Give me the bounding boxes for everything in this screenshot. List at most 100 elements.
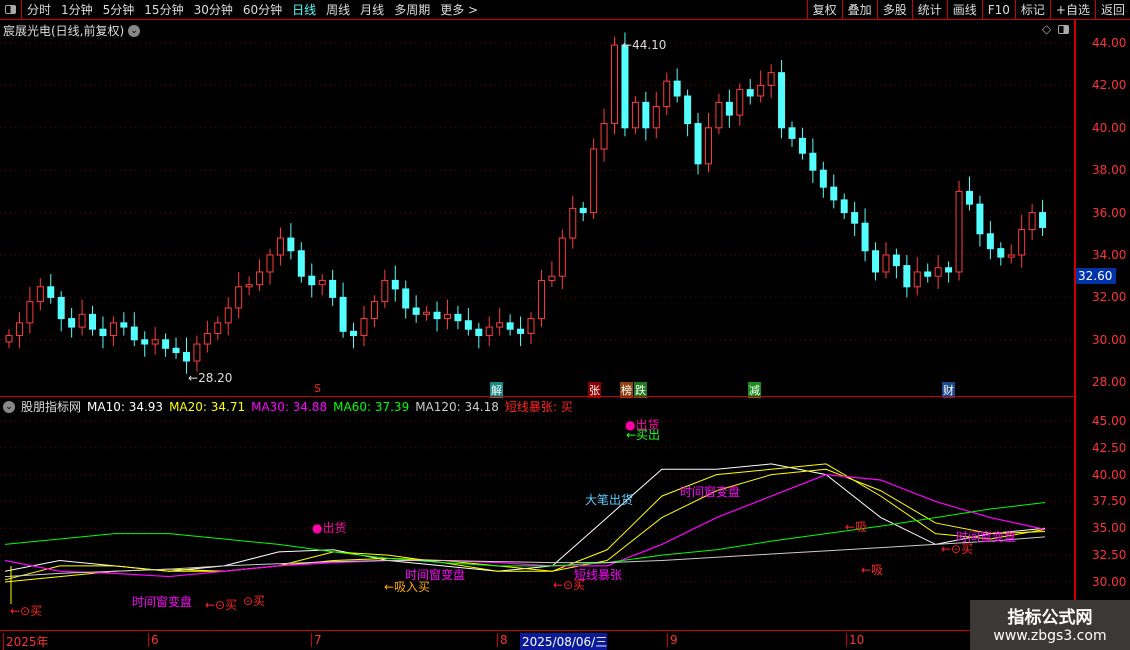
candle-body xyxy=(590,148,598,214)
big-sell-label: 大笔出货 xyxy=(585,493,634,507)
candle-body xyxy=(704,127,712,165)
candle-body xyxy=(788,127,796,139)
candle-body xyxy=(350,330,358,337)
indicator-axis-label: 32.50 xyxy=(1092,548,1127,562)
cursor-date: 2025/08/06/三 xyxy=(520,633,608,650)
candle-body xyxy=(423,311,431,315)
buy-signal: ⊙买 xyxy=(243,594,266,608)
candle-body xyxy=(778,72,786,129)
burst-label: 短线暴张 xyxy=(574,568,623,582)
candle-body xyxy=(934,267,942,277)
chevron-down-icon[interactable]: ⌄ xyxy=(3,400,15,413)
indicator-axis-label: 40.00 xyxy=(1092,467,1127,482)
candle-body xyxy=(318,279,326,286)
candle-body xyxy=(391,279,399,290)
ma30-value: MA30: 34.88 xyxy=(251,399,328,414)
candle-body xyxy=(151,339,159,345)
candle-body xyxy=(172,347,180,354)
price-axis-label: 34.00 xyxy=(1092,248,1127,262)
indicator-name[interactable]: 股朋指标网 xyxy=(21,398,81,415)
candle-body xyxy=(621,44,629,129)
candle-body xyxy=(830,186,838,201)
candle-body xyxy=(840,199,848,214)
buy-out-signal: ←买出 xyxy=(626,428,661,442)
price-axis-label: 38.00 xyxy=(1092,163,1127,178)
candle-body xyxy=(162,339,170,349)
candle-body xyxy=(235,286,243,309)
indicator-axis-label: 45.00 xyxy=(1092,414,1127,428)
candle-body xyxy=(496,322,504,328)
price-axis-label: 32.00 xyxy=(1092,290,1127,305)
price-axis-label: 42.00 xyxy=(1092,78,1127,93)
candle-body xyxy=(757,84,765,97)
pane-divider[interactable] xyxy=(0,396,1074,397)
indicator-axis-label: 35.00 xyxy=(1092,521,1127,536)
time-label: 9 xyxy=(667,633,678,647)
candle-body xyxy=(370,301,378,320)
candle-body xyxy=(872,250,880,273)
high-label: ←44.10 xyxy=(622,38,667,52)
candle-body xyxy=(36,286,44,303)
candle-body xyxy=(360,318,368,337)
time-label: 8 xyxy=(497,633,508,647)
candle-body xyxy=(506,322,514,330)
ma60-line xyxy=(4,502,1046,567)
candle-body xyxy=(986,233,994,250)
price-axis-label: 40.00 xyxy=(1092,120,1127,135)
price-axis-label: 44.00 xyxy=(1092,36,1127,50)
candle-body xyxy=(945,267,953,273)
candle-body xyxy=(924,271,932,277)
buy-in-signal: ←吸入买 xyxy=(384,580,431,594)
low-value: 28.20 xyxy=(198,371,233,385)
candle-body xyxy=(955,190,963,273)
time-label: 6 xyxy=(148,633,159,647)
low-label: ←28.20 xyxy=(188,371,233,385)
candle-body xyxy=(26,301,34,324)
candle-body xyxy=(308,275,316,286)
candle-body xyxy=(120,322,128,328)
candle-body xyxy=(861,222,869,252)
candle-body xyxy=(537,279,545,320)
candle-body xyxy=(1007,254,1015,258)
watermark: 指标公式网 www.zbgs3.com xyxy=(970,600,1130,650)
time-label: 7 xyxy=(311,633,322,647)
candle-body xyxy=(1018,229,1026,256)
candle-body xyxy=(203,332,211,345)
candle-body xyxy=(266,254,274,273)
candle-body xyxy=(631,101,639,129)
candle-body xyxy=(193,343,201,362)
time-window-label: 时间窗变盘 xyxy=(680,485,741,499)
event-marker[interactable]: S xyxy=(313,382,322,395)
candle-body xyxy=(694,123,702,165)
candle-body xyxy=(443,313,451,320)
candle-body xyxy=(182,352,190,362)
candle-body xyxy=(1028,212,1036,231)
candle-body xyxy=(882,254,890,273)
candle-body xyxy=(141,339,149,345)
price-axis-label: 36.00 xyxy=(1092,205,1127,220)
candle-body xyxy=(68,318,76,328)
candle-body xyxy=(527,318,535,334)
ma60-value: MA60: 37.39 xyxy=(333,399,410,414)
candle-body xyxy=(78,313,86,328)
ma10-value: MA10: 34.93 xyxy=(87,399,164,414)
price-axis-line xyxy=(1074,20,1076,630)
ma20-value: MA20: 34.71 xyxy=(169,399,246,414)
indicator-axis-label: 37.50 xyxy=(1092,494,1127,509)
candle-body xyxy=(276,237,284,256)
candle-body xyxy=(903,265,911,288)
candle-body xyxy=(725,101,733,116)
candle-body xyxy=(997,248,1005,258)
candle-body xyxy=(5,335,13,343)
candle-body xyxy=(412,307,420,315)
suck-signal: ←吸 xyxy=(845,520,868,534)
candle-body xyxy=(433,311,441,320)
candle-body xyxy=(673,80,681,97)
candle-body xyxy=(402,288,410,309)
candle-body xyxy=(809,152,817,171)
candle-body xyxy=(517,328,525,334)
candle-body xyxy=(99,328,107,337)
time-axis: 2025年 6 7 8 2025/08/06/三 9 10 xyxy=(0,630,1130,650)
candle-body xyxy=(965,190,973,205)
candle-body xyxy=(130,326,138,341)
